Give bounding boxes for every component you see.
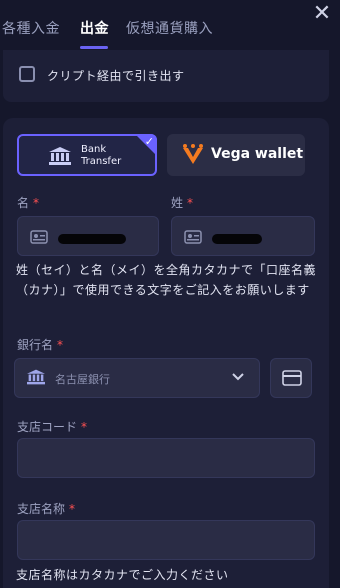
close-icon[interactable]: ✕: [312, 3, 332, 25]
crypto-checkbox-label: クリプト経由で引き出す: [47, 69, 185, 83]
bank-select[interactable]: 名古屋銀行: [14, 358, 260, 398]
withdraw-form: Bank Transfer ✓ Vega wallet 名 * 姓 * 銀行名 …: [3, 118, 329, 588]
branch-code-input[interactable]: [17, 438, 315, 478]
tab-bar: 各種入金 出金 仮想通貨購入 ✕: [0, 0, 340, 49]
tab-deposit[interactable]: 各種入金: [2, 18, 60, 38]
branch-name-label: 支店名称 *: [17, 502, 76, 516]
active-tab-indicator: [80, 46, 108, 49]
branch-kana-note: 支店名称はカタカナでご入力ください: [16, 568, 229, 582]
vega-logo-icon: [183, 144, 203, 164]
card-select-button[interactable]: [270, 358, 312, 398]
bank-select-value: 名古屋銀行: [55, 373, 110, 386]
branch-code-label: 支店コード *: [17, 420, 88, 434]
last-name-label: 姓 *: [171, 196, 194, 210]
name-kana-note: 姓（セイ）と名（メイ）を全角カタカナで「口座名義（カナ）」で使用できる文字をご記…: [16, 263, 317, 297]
bank-name-label: 銀行名 *: [17, 338, 64, 352]
tab-crypto-purchase[interactable]: 仮想通貨購入: [126, 18, 213, 38]
check-icon: ✓: [144, 135, 154, 148]
branch-name-input[interactable]: [17, 520, 315, 560]
redacted-value: [58, 234, 126, 244]
crypto-checkbox[interactable]: [19, 66, 35, 82]
bank-icon: [49, 147, 71, 165]
tab-withdraw[interactable]: 出金: [80, 18, 109, 38]
id-card-icon: [30, 230, 48, 244]
crypto-withdraw-option: クリプト経由で引き出す: [3, 50, 329, 102]
bank-transfer-label: Bank Transfer: [81, 144, 122, 167]
vega-wallet-label: Vega wallet: [211, 146, 304, 162]
bank-transfer-button[interactable]: Bank Transfer ✓: [17, 134, 157, 176]
bank-icon: [27, 369, 45, 385]
credit-card-icon: [282, 370, 302, 386]
redacted-value: [212, 234, 262, 244]
first-name-label: 名 *: [17, 196, 40, 210]
last-name-input[interactable]: [171, 216, 315, 256]
id-card-icon: [184, 230, 202, 244]
vega-wallet-button[interactable]: Vega wallet: [167, 134, 305, 176]
chevron-down-icon: [232, 373, 244, 381]
first-name-input[interactable]: [17, 216, 159, 256]
